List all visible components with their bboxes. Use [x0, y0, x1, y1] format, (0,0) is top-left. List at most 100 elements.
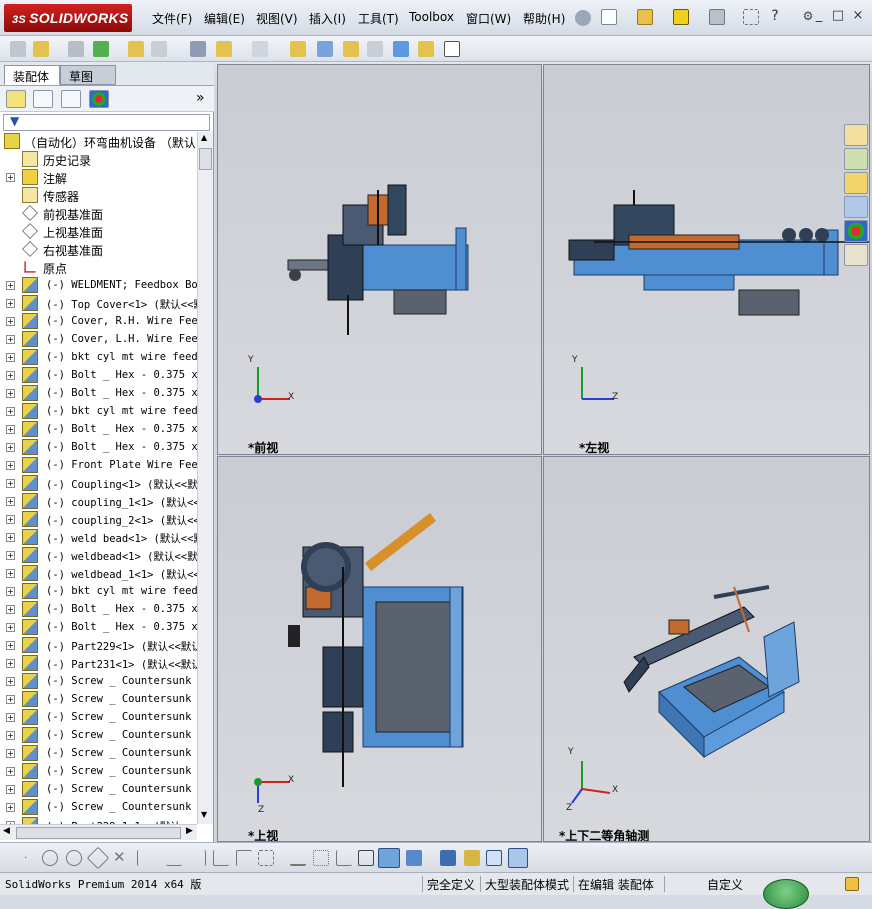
- menu-edit[interactable]: 编辑(E): [204, 10, 245, 27]
- assembly-features-icon[interactable]: [216, 41, 232, 57]
- units-status[interactable]: 自定义: [707, 876, 743, 893]
- scroll-up-icon[interactable]: ▲: [201, 133, 207, 142]
- solidworks-logo[interactable]: 3S SOLIDWORKS: [4, 4, 132, 32]
- spline-icon[interactable]: [166, 850, 182, 866]
- tree-component-item[interactable]: + (-) weldbead_1<1> (默认<<默: [0, 564, 197, 582]
- speedpak-icon[interactable]: [418, 41, 434, 57]
- menu-insert[interactable]: 插入(I): [309, 10, 346, 27]
- tree-component-item[interactable]: + (-) coupling_1<1> (默认<<默: [0, 492, 197, 510]
- tree-component-item[interactable]: + (-) bkt cyl mt wire feed_2: [0, 582, 197, 600]
- expand-icon[interactable]: +: [6, 173, 15, 182]
- menu-view[interactable]: 视图(V): [256, 10, 298, 27]
- viewport-dimetric[interactable]: Y X Z *上下二等角轴测: [543, 456, 870, 842]
- tree-component-item[interactable]: + (-) Screw _ Countersunk -: [0, 708, 197, 726]
- open-folder-icon[interactable]: [637, 9, 653, 25]
- expand-icon[interactable]: +: [6, 623, 15, 632]
- expand-icon[interactable]: +: [6, 677, 15, 686]
- viewport-label-left[interactable]: *左视: [579, 439, 609, 454]
- featuremanager-tab-icon[interactable]: [6, 90, 26, 108]
- expand-icon[interactable]: +: [6, 659, 15, 668]
- corner-rectangle-icon[interactable]: [236, 850, 252, 866]
- new-document-icon[interactable]: [601, 9, 617, 25]
- offset-icon[interactable]: [190, 850, 206, 866]
- tree-component-item[interactable]: + (-) Cover, L.H. Wire Feed<: [0, 330, 197, 348]
- tree-feature-item[interactable]: + 注解: [0, 168, 197, 186]
- propertymanager-tab-icon[interactable]: [33, 90, 53, 108]
- box-icon[interactable]: [358, 850, 374, 866]
- tree-component-item[interactable]: + (-) weldbead<1> (默认<<默认: [0, 546, 197, 564]
- help-tip-icon[interactable]: [845, 877, 859, 891]
- tab-assembly[interactable]: 装配体: [4, 65, 60, 85]
- explode-line-icon[interactable]: [367, 41, 383, 57]
- snapshot-icon[interactable]: [444, 41, 460, 57]
- tree-component-item[interactable]: + (-) bkt cyl mt wire feed_1: [0, 402, 197, 420]
- trim-icon[interactable]: ✕: [113, 848, 129, 866]
- expand-icon[interactable]: +: [6, 641, 15, 650]
- tree-component-item[interactable]: + (-) Part229<1> (默认<<默认: [0, 636, 197, 654]
- insert-component-icon[interactable]: [33, 41, 49, 57]
- tree-component-item[interactable]: + (-) Bolt _ Hex - 0.375 x 1: [0, 366, 197, 384]
- tree-component-item[interactable]: + (-) Bolt _ Hex - 0.375 x 1: [0, 618, 197, 636]
- tree-component-item[interactable]: + (-) Top Cover<1> (默认<<默: [0, 294, 197, 312]
- tree-component-item[interactable]: + (-) Screw _ Countersunk -: [0, 744, 197, 762]
- tree-component-item[interactable]: + (-) Screw _ Countersunk -: [0, 798, 197, 816]
- menu-window[interactable]: 窗口(W): [466, 10, 511, 27]
- expand-icon[interactable]: +: [6, 569, 15, 578]
- tree-component-item[interactable]: + (-) Coupling<1> (默认<<默认: [0, 474, 197, 492]
- single-view-icon[interactable]: [486, 850, 502, 866]
- warning-icon[interactable]: [673, 9, 689, 25]
- file-explorer-icon[interactable]: [844, 172, 868, 194]
- edit-component-icon[interactable]: [10, 41, 26, 57]
- tree-feature-item[interactable]: 历史记录: [0, 150, 197, 168]
- isolate-icon[interactable]: [464, 850, 480, 866]
- polygon-icon[interactable]: [86, 846, 110, 870]
- view-cube-icon[interactable]: [406, 850, 422, 866]
- instant3d-icon[interactable]: [393, 41, 409, 57]
- expand-icon[interactable]: +: [6, 533, 15, 542]
- tree-component-item[interactable]: + (-) Screw _ Countersunk -: [0, 780, 197, 798]
- expand-icon[interactable]: +: [6, 407, 15, 416]
- tree-feature-item[interactable]: 右视基准面: [0, 240, 197, 258]
- tree-component-item[interactable]: + (-) Front Plate Wire Feed<: [0, 456, 197, 474]
- angle-icon[interactable]: [336, 850, 352, 866]
- configurationmanager-tab-icon[interactable]: [61, 90, 81, 108]
- expand-icon[interactable]: +: [6, 281, 15, 290]
- line-icon[interactable]: [137, 850, 153, 866]
- new-motion-study-icon[interactable]: [290, 41, 306, 57]
- close-button[interactable]: ×: [851, 9, 865, 23]
- convert-entities-icon[interactable]: [213, 850, 229, 866]
- tree-component-item[interactable]: + (-) Bolt _ Hex - 0.375 x 1: [0, 384, 197, 402]
- viewport-front[interactable]: Y X *前视: [217, 64, 542, 455]
- viewport-label-top[interactable]: *上视: [248, 827, 278, 841]
- viewport-label-front[interactable]: *前视: [248, 439, 278, 454]
- expand-icon[interactable]: +: [6, 713, 15, 722]
- expand-icon[interactable]: +: [6, 371, 15, 380]
- displaymanager-tab-icon[interactable]: [89, 90, 109, 108]
- construction-geometry-icon[interactable]: [258, 850, 274, 866]
- smart-dimension-icon[interactable]: [290, 850, 306, 866]
- menu-help[interactable]: 帮助(H): [523, 10, 565, 27]
- tree-component-item[interactable]: + (-) coupling_2<1> (默认<<默: [0, 510, 197, 528]
- scroll-down-icon[interactable]: ▼: [201, 810, 207, 819]
- custom-properties-icon[interactable]: [844, 244, 868, 266]
- restore-button[interactable]: □: [831, 9, 845, 23]
- exploded-view-icon[interactable]: [343, 41, 359, 57]
- tree-component-item[interactable]: + (-) Screw _ Countersunk -: [0, 690, 197, 708]
- tree-feature-item[interactable]: 上视基准面: [0, 222, 197, 240]
- tree-filter-input[interactable]: ▼: [3, 114, 210, 131]
- tree-feature-item[interactable]: 传感器: [0, 186, 197, 204]
- menu-tools[interactable]: 工具(T): [358, 10, 399, 27]
- tree-horizontal-scrollbar[interactable]: ◀ ▶: [0, 824, 197, 840]
- viewport-label-dimetric[interactable]: *上下二等角轴测: [559, 827, 649, 841]
- four-view-icon[interactable]: [508, 848, 528, 868]
- tree-component-item[interactable]: + (-) Bolt _ Hex - 0.375 x 1: [0, 438, 197, 456]
- expand-icon[interactable]: +: [6, 515, 15, 524]
- tree-component-item[interactable]: + (-) Screw _ Countersunk -: [0, 762, 197, 780]
- expand-icon[interactable]: +: [6, 299, 15, 308]
- expand-icon[interactable]: +: [6, 353, 15, 362]
- tree-component-item[interactable]: + (-) WELDMENT; Feedbox Bott: [0, 276, 197, 294]
- tree-root[interactable]: （自动化）环弯曲机设备 （默认<: [0, 132, 197, 150]
- linear-pattern-icon[interactable]: [93, 41, 109, 57]
- expand-icon[interactable]: +: [6, 749, 15, 758]
- design-library-icon[interactable]: [844, 148, 868, 170]
